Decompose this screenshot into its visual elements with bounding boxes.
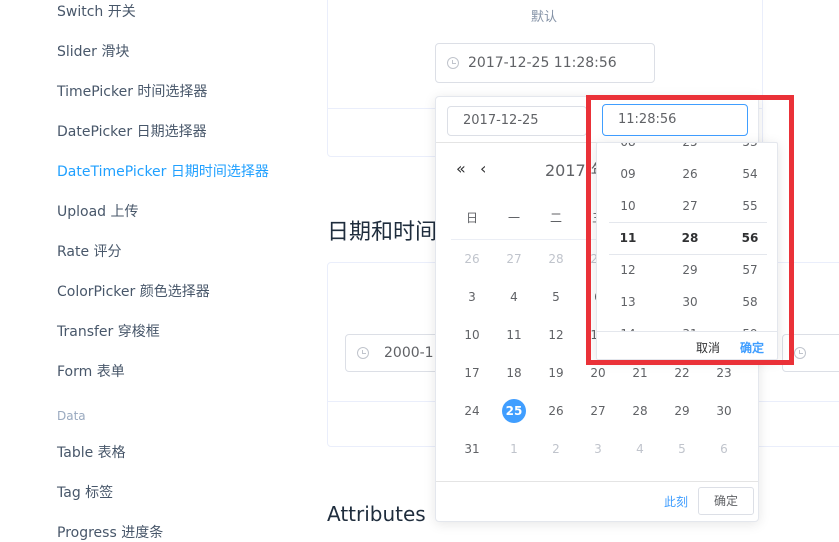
section-title: 日期和时间 [327, 220, 438, 245]
sidebar-item-switch[interactable]: Switch 开关 [57, 1, 136, 21]
datetime-input-value: 2017-12-25 11:28:56 [468, 55, 617, 71]
sidebar-item-slider[interactable]: Slider 滑块 [57, 41, 129, 61]
prev-month-icon[interactable]: ‹ [480, 159, 486, 178]
calendar-day[interactable]: 5 [535, 285, 577, 309]
clock-icon [357, 347, 369, 359]
calendar-day[interactable]: 28 [535, 247, 577, 271]
picker-date-input[interactable]: 2017-12-25 [447, 106, 587, 136]
sidebar-item-datetimepicker[interactable]: DateTimePicker 日期时间选择器 [57, 161, 269, 181]
sidebar-item-table[interactable]: Table 表格 [57, 442, 126, 462]
calendar-day[interactable]: 3 [451, 285, 493, 309]
calendar-day[interactable]: 27 [493, 247, 535, 271]
picker-confirm-button[interactable]: 确定 [698, 487, 754, 515]
highlight-box [586, 95, 794, 365]
weekday-header: 一 [507, 211, 520, 225]
calendar-day[interactable]: 17 [451, 361, 493, 385]
clock-icon [794, 347, 806, 359]
calendar-day[interactable]: 11 [493, 323, 535, 347]
range-input-value: 2000-11 [384, 345, 443, 361]
sidebar-item-tag[interactable]: Tag 标签 [57, 482, 113, 502]
calendar-day[interactable]: 29 [661, 399, 703, 423]
calendar-day[interactable]: 24 [451, 399, 493, 423]
calendar-day[interactable]: 2 [535, 437, 577, 461]
calendar-day[interactable]: 3 [577, 437, 619, 461]
calendar-day[interactable]: 12 [535, 323, 577, 347]
weekday-header: 日 [465, 211, 478, 225]
calendar-day[interactable]: 28 [619, 399, 661, 423]
sidebar-item-colorpicker[interactable]: ColorPicker 颜色选择器 [57, 281, 210, 301]
calendar-day[interactable]: 4 [493, 285, 535, 309]
calendar-day[interactable]: 26 [535, 399, 577, 423]
sidebar-item-timepicker[interactable]: TimePicker 时间选择器 [57, 81, 207, 101]
calendar-day[interactable]: 18 [493, 361, 535, 385]
sidebar-item-form[interactable]: Form 表单 [57, 361, 125, 381]
attributes-heading: Attributes [327, 502, 426, 526]
selected-day-label: 25 [502, 399, 526, 423]
calendar-day-selected[interactable]: 25 [493, 399, 535, 423]
clock-icon [447, 57, 459, 69]
now-button[interactable]: 此刻 [664, 493, 688, 510]
sidebar-item-upload[interactable]: Upload 上传 [57, 201, 139, 221]
sidebar-item-progress[interactable]: Progress 进度条 [57, 522, 163, 542]
datetime-input[interactable]: 2017-12-25 11:28:56 [435, 43, 655, 83]
sidebar-group-data: Data [57, 409, 86, 423]
calendar-day[interactable]: 5 [661, 437, 703, 461]
calendar-day[interactable]: 10 [451, 323, 493, 347]
prev-year-icon[interactable]: « [456, 159, 466, 178]
picker-footer: 此刻 确定 [436, 481, 758, 521]
demo-caption: 默认 [531, 10, 558, 25]
calendar-day[interactable]: 31 [451, 437, 493, 461]
calendar-day[interactable]: 27 [577, 399, 619, 423]
calendar-day[interactable]: 26 [451, 247, 493, 271]
weekday-header: 二 [549, 211, 562, 225]
sidebar-item-transfer[interactable]: Transfer 穿梭框 [57, 321, 160, 341]
calendar-day[interactable]: 6 [703, 437, 745, 461]
calendar-day[interactable]: 4 [619, 437, 661, 461]
sidebar-item-datepicker[interactable]: DatePicker 日期选择器 [57, 121, 207, 141]
calendar-day[interactable]: 1 [493, 437, 535, 461]
calendar-day[interactable]: 30 [703, 399, 745, 423]
calendar-day[interactable]: 19 [535, 361, 577, 385]
sidebar-item-rate[interactable]: Rate 评分 [57, 241, 122, 261]
